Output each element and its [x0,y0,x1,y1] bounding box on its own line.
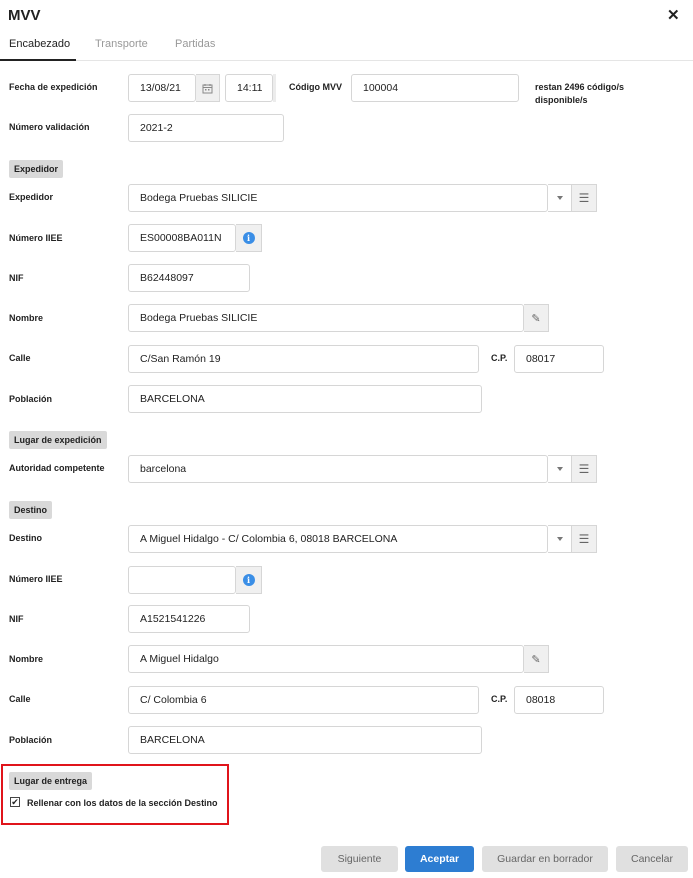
edit-icon: ✎ [531,312,541,325]
fecha-input[interactable]: 13/08/21 [128,74,196,102]
hora-spinner[interactable] [273,74,276,102]
cancelar-button[interactable]: Cancelar [616,846,688,872]
section-lugar-expedicion: Lugar de expedición [9,431,107,449]
destino-dropdown-button[interactable] [548,525,572,553]
active-tab-indicator [0,59,76,61]
destino-calle-input[interactable]: C/ Colombia 6 [128,686,479,714]
destino-select[interactable]: A Miguel Hidalgo - C/ Colombia 6, 08018 … [128,525,548,553]
destino-label: Destino [9,533,43,543]
expedidor-iiee-label: Número IIEE [9,233,63,243]
list-icon: ☰ [578,532,590,546]
destino-nombre-input[interactable]: A Miguel Hidalgo [128,645,524,673]
destino-iiee-input[interactable] [128,566,236,594]
guardar-borrador-button[interactable]: Guardar en borrador [482,846,608,872]
destino-list-button[interactable]: ☰ [572,525,597,553]
section-destino: Destino [9,501,53,519]
aceptar-button[interactable]: Aceptar [405,846,474,872]
calendar-button[interactable] [196,74,220,102]
destino-cp-input[interactable]: 08018 [514,686,604,714]
expedidor-nif-label: NIF [9,273,24,283]
expedidor-cp-label: C.P. [491,353,508,363]
destino-nif-input[interactable]: A1521541226 [128,605,250,633]
dialog-title: MVV [8,7,41,24]
expedidor-cp-input[interactable]: 08017 [514,345,604,373]
autoridad-select[interactable]: barcelona [128,455,548,483]
tab-transporte[interactable]: Transporte [95,38,148,50]
list-icon: ☰ [578,462,590,476]
siguiente-button[interactable]: Siguiente [321,846,398,872]
expedidor-calle-input[interactable]: C/San Ramón 19 [128,345,479,373]
autoridad-dropdown-button[interactable] [548,455,572,483]
codigo-label: Código MVV [289,82,342,92]
destino-calle-label: Calle [9,694,31,704]
section-lugar-entrega: Lugar de entrega [9,772,93,790]
hora-input[interactable]: 14:11 [225,74,273,102]
expedidor-nif-input[interactable]: B62448097 [128,264,250,292]
checkmark-icon: ✔ [11,797,19,807]
info-icon: i [242,574,255,586]
info-icon: i [242,232,255,244]
expedidor-list-button[interactable]: ☰ [572,184,597,212]
chevron-down-icon [556,467,563,471]
expedidor-nombre-edit-button[interactable]: ✎ [524,304,549,332]
rellenar-checkbox[interactable]: ✔ [10,797,20,807]
destino-poblacion-label: Población [9,735,53,745]
section-expedidor: Expedidor [9,160,64,178]
autoridad-label: Autoridad competente [9,463,105,473]
edit-icon: ✎ [531,653,541,666]
destino-nombre-edit-button[interactable]: ✎ [524,645,549,673]
list-icon: ☰ [578,191,590,205]
expedidor-dropdown-button[interactable] [548,184,572,212]
calendar-icon [202,83,213,93]
expedidor-calle-label: Calle [9,353,31,363]
destino-iiee-label: Número IIEE [9,574,63,584]
expedidor-iiee-info-button[interactable]: i [236,224,262,252]
expedidor-poblacion-label: Población [9,394,53,404]
expedidor-nombre-label: Nombre [9,313,44,323]
expedidor-nombre-input[interactable]: Bodega Pruebas SILICIE [128,304,524,332]
rellenar-checkbox-label[interactable]: Rellenar con los datos de la sección Des… [27,798,218,808]
close-icon[interactable]: ✕ [667,6,680,24]
destino-iiee-info-button[interactable]: i [236,566,262,594]
destino-nif-label: NIF [9,614,24,624]
tabs-divider [0,60,693,61]
codigo-input[interactable]: 100004 [351,74,519,102]
chevron-down-icon [556,537,563,541]
restan-note: restan 2496 código/s disponible/s [535,82,625,105]
expedidor-label: Expedidor [9,192,54,202]
chevron-down-icon [556,196,563,200]
destino-cp-label: C.P. [491,694,508,704]
numero-validacion-label: Número validación [9,122,90,132]
autoridad-list-button[interactable]: ☰ [572,455,597,483]
numero-validacion-input[interactable]: 2021-2 [128,114,284,142]
expedidor-select[interactable]: Bodega Pruebas SILICIE [128,184,548,212]
tab-partidas[interactable]: Partidas [175,38,215,50]
destino-poblacion-input[interactable]: BARCELONA [128,726,482,754]
destino-nombre-label: Nombre [9,654,44,664]
tab-encabezado[interactable]: Encabezado [9,38,70,50]
expedidor-poblacion-input[interactable]: BARCELONA [128,385,482,413]
expedidor-iiee-input[interactable]: ES00008BA011N [128,224,236,252]
fecha-label: Fecha de expedición [9,82,98,92]
